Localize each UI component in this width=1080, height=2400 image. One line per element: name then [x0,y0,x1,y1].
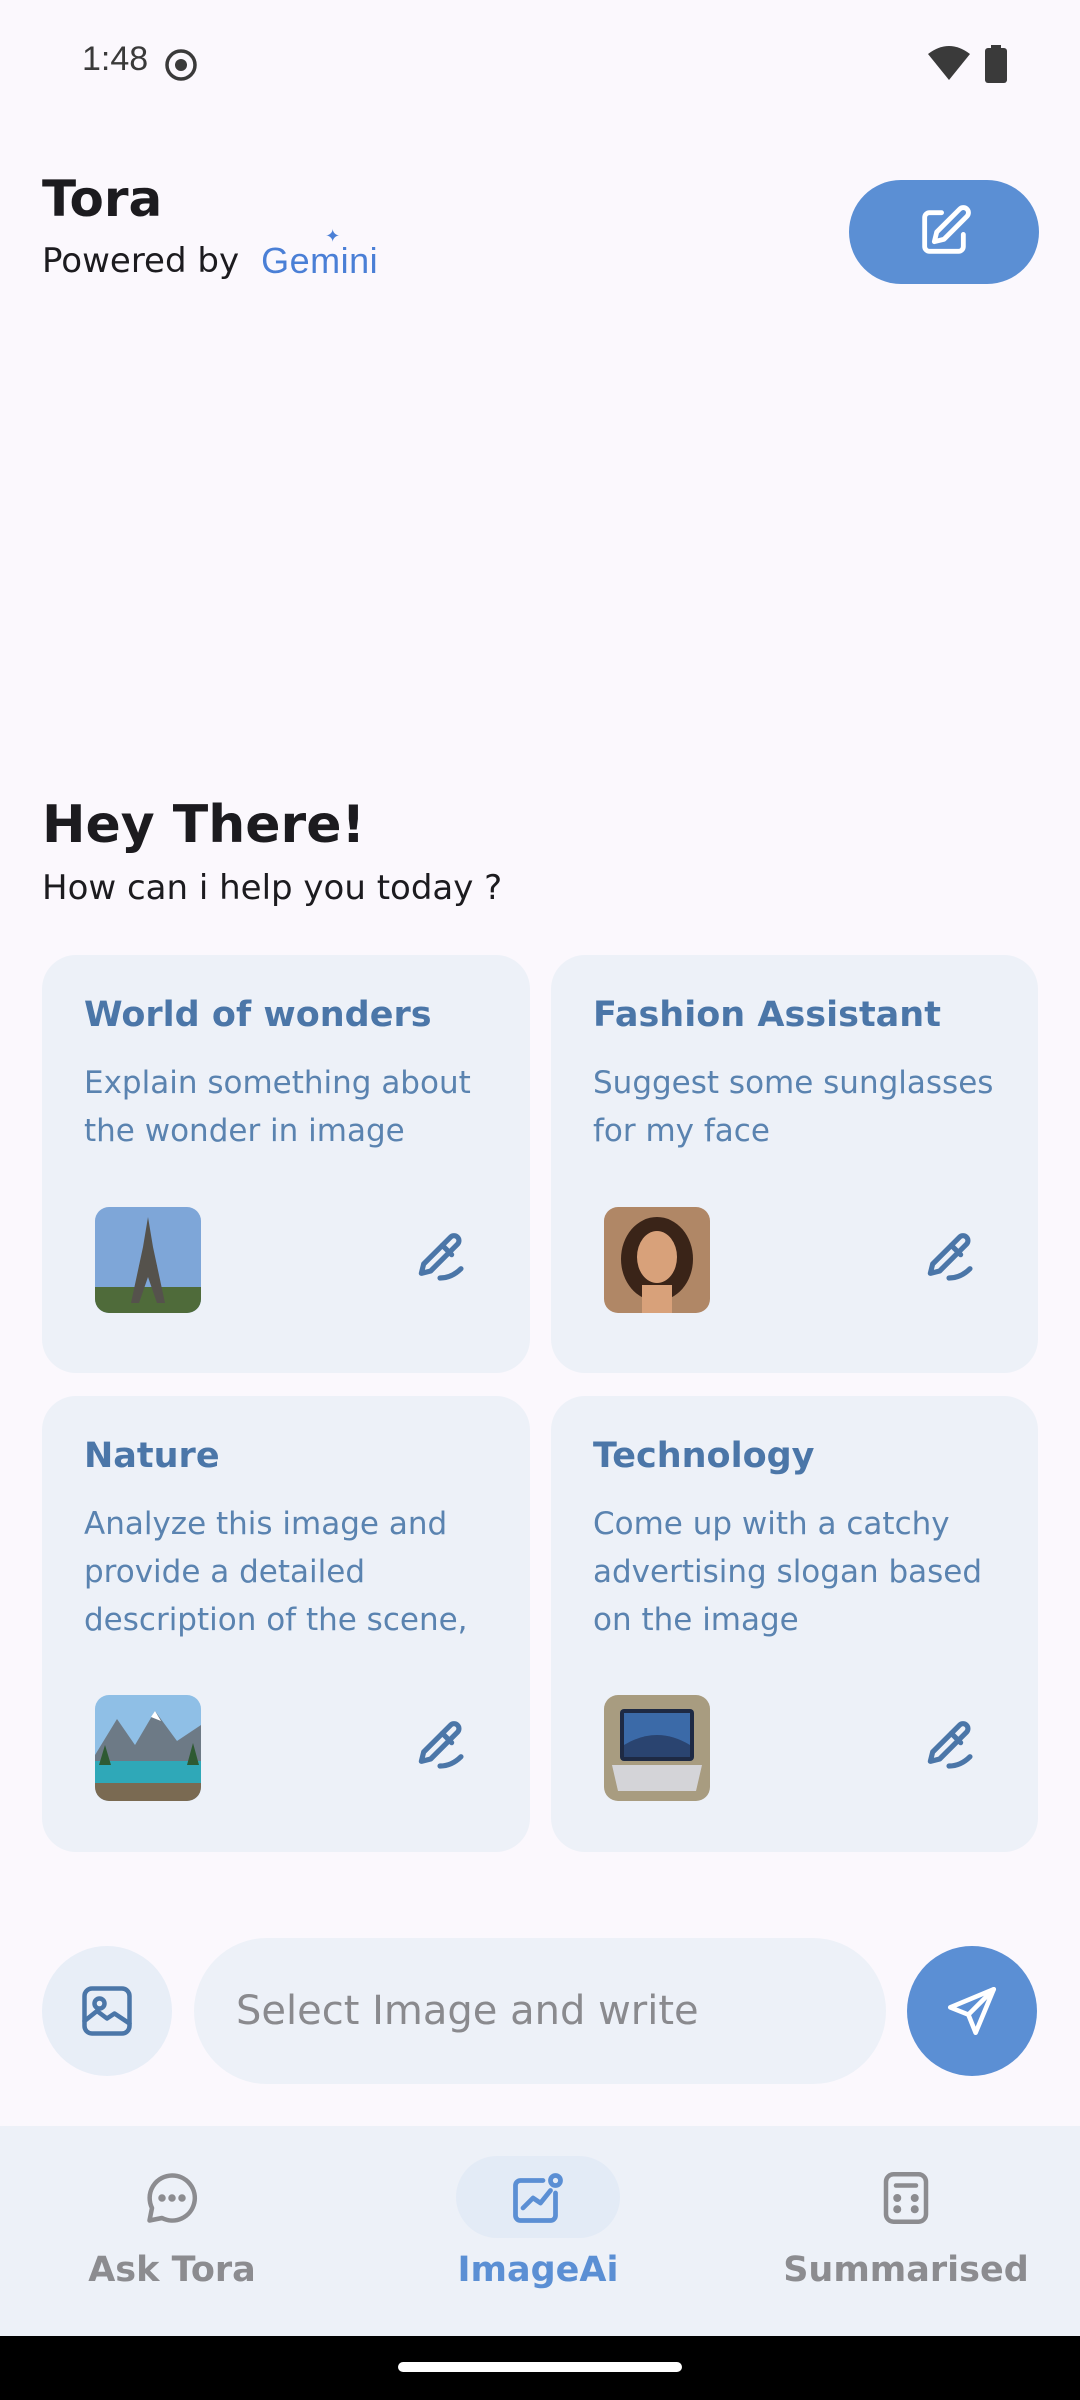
card-title: Technology [593,1436,815,1476]
gemini-spark-icon: ✦ [325,226,341,246]
suggestion-card-nature[interactable]: Nature Analyze this image and provide a … [42,1396,530,1852]
battery-icon [985,45,1007,83]
bottom-navigation: Ask Tora ImageAi Summarised [0,2126,1080,2336]
nav-item-imageai[interactable]: ImageAi [372,2126,672,2336]
image-picker-button[interactable] [42,1946,172,2076]
edit-pen-icon[interactable] [412,1717,468,1773]
send-button[interactable] [907,1946,1037,2076]
new-chat-button[interactable] [849,180,1039,284]
nav-label: Summarised [783,2250,1029,2290]
image-icon [82,1986,132,2036]
mountain-lake-image [95,1695,201,1801]
nav-item-ask-tora[interactable]: Ask Tora [6,2126,306,2336]
card-description: Explain something about the wonder in im… [84,1065,471,1149]
card-title: Fashion Assistant [593,995,941,1035]
chat-bubble-icon [147,2173,198,2223]
suggestion-card-fashion-assistant[interactable]: Fashion Assistant Suggest some sunglasse… [551,955,1038,1373]
app-title: Tora [42,170,163,228]
send-icon [947,1986,997,2036]
screen-record-icon [165,49,197,81]
suggestion-card-technology[interactable]: Technology Come up with a catchy adverti… [551,1396,1038,1852]
wifi-icon [928,46,970,80]
edit-pen-icon[interactable] [921,1717,977,1773]
card-title: Nature [84,1436,220,1476]
card-description: Come up with a catchy advertising slogan… [593,1506,983,1638]
powered-by-row: Powered by Gemini ✦ [42,226,379,286]
greeting-subtitle: How can i help you today ? [42,868,503,908]
portrait-image [604,1207,710,1313]
home-gesture-handle[interactable] [398,2362,682,2372]
image-chart-icon [513,2173,563,2223]
card-description: Analyze this image and provide a detaile… [84,1506,468,1638]
edit-pen-icon[interactable] [921,1229,977,1285]
laptop-image [604,1695,710,1801]
nav-label: Ask Tora [88,2250,256,2290]
edit-pen-icon[interactable] [412,1229,468,1285]
eiffel-tower-image [95,1207,201,1313]
suggestion-card-world-of-wonders[interactable]: World of wonders Explain something about… [42,955,530,1373]
edit-icon [922,205,971,254]
gemini-logo-text: Gemini [261,240,379,281]
gemini-logo: Gemini ✦ [261,226,379,282]
nav-label: ImageAi [457,2250,619,2290]
prompt-input[interactable] [194,1938,886,2084]
status-bar: 1:48 [0,0,1080,130]
card-description: Suggest some sunglasses for my face [593,1065,994,1149]
card-title: World of wonders [84,995,432,1035]
nav-item-summarised[interactable]: Summarised [740,2126,1040,2336]
calculator-icon [883,2172,929,2224]
status-time: 1:48 [82,40,149,78]
greeting-title: Hey There! [42,795,366,855]
powered-by-label: Powered by [42,241,240,281]
